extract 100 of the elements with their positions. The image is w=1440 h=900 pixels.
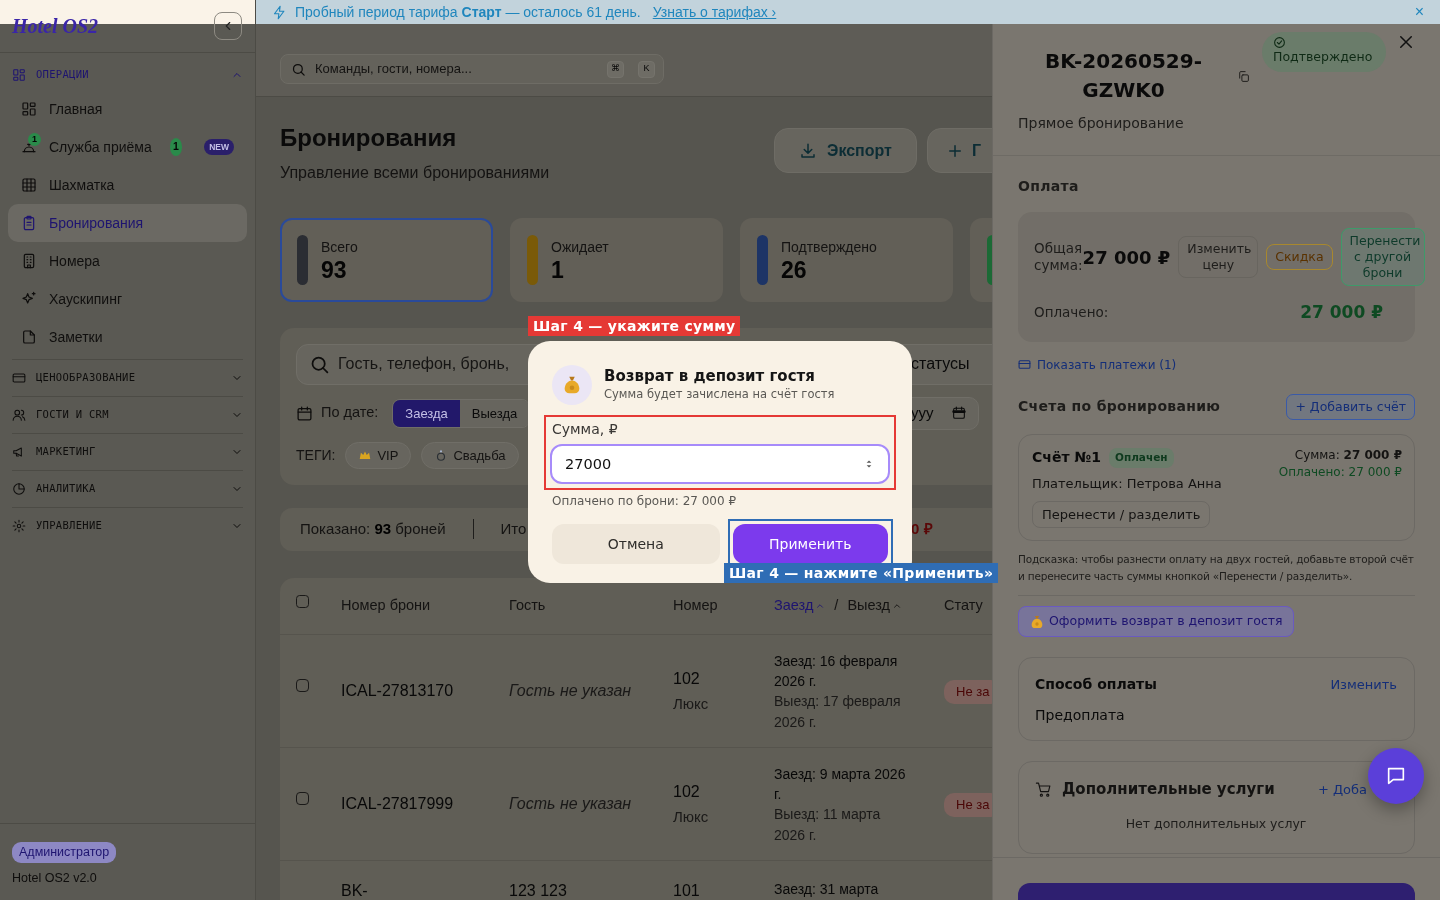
tour-step-label: Шаг 4 — укажите сумму bbox=[528, 316, 741, 336]
document-icon bbox=[21, 329, 37, 345]
date-mode-tab[interactable]: Заезда bbox=[393, 399, 460, 427]
refund-button[interactable]: Оформить возврат в депозит гостя bbox=[1018, 606, 1294, 637]
page-subtitle: Управление всеми бронированиями bbox=[280, 162, 551, 183]
card-icon bbox=[1018, 358, 1031, 371]
check-in-date: Заезд: 9 марта 2026 г. bbox=[774, 764, 907, 804]
close-button[interactable] bbox=[1397, 33, 1415, 51]
room-number: 102 bbox=[673, 669, 701, 690]
stat-value: 26 bbox=[781, 257, 808, 283]
section-toggle[interactable]: ЦЕНООБРАЗОВАНИЕ bbox=[12, 360, 243, 396]
building-icon bbox=[21, 253, 37, 269]
date-mode-tab[interactable]: Выезда bbox=[459, 399, 530, 427]
check-in-date: Заезд: 31 марта bbox=[774, 880, 880, 900]
status-pill: Подтверждено bbox=[1262, 32, 1386, 72]
booking-id[interactable]: BK- bbox=[341, 882, 368, 900]
card-icon bbox=[12, 371, 26, 385]
edit-link[interactable]: Изменить bbox=[1330, 674, 1397, 695]
guest-name: 123 123 bbox=[509, 882, 567, 900]
checkbox[interactable] bbox=[296, 792, 309, 806]
copy-icon[interactable] bbox=[1237, 70, 1250, 83]
stat-card[interactable]: Подтверждено 26 bbox=[740, 217, 953, 302]
booking-id[interactable]: ICAL-27817999 bbox=[341, 795, 454, 813]
sort-link[interactable]: Выезд bbox=[847, 595, 903, 617]
action-button[interactable]: Перенести с другой брони bbox=[1340, 228, 1425, 286]
booking-id[interactable]: ICAL-27813170 bbox=[341, 682, 454, 700]
invoice-title: Счёт №1 bbox=[1032, 448, 1101, 468]
nav-item[interactable]: Главная bbox=[8, 90, 247, 128]
checkbox[interactable] bbox=[296, 595, 309, 609]
nav-item[interactable]: Хаускипинг bbox=[8, 280, 247, 318]
check-in-date: Заезд: 16 февраля 2026 г. bbox=[774, 651, 899, 691]
tour-step-label: Шаг 4 — нажмите «Применить» bbox=[724, 563, 999, 583]
stat-card[interactable]: Всего 93 bbox=[280, 217, 493, 302]
section-toggle[interactable]: МАРКЕТИНГ bbox=[12, 434, 243, 470]
export-button[interactable]: Экспорт bbox=[774, 128, 917, 173]
action-button[interactable]: Скидка bbox=[1266, 244, 1333, 270]
apply-button[interactable]: Применить bbox=[732, 524, 888, 564]
stat-value: 1 bbox=[551, 257, 565, 283]
field-label: Сумма, ₽ bbox=[551, 420, 619, 439]
dashboard-icon bbox=[21, 101, 37, 117]
dashboard-icon bbox=[12, 68, 26, 82]
payments-link[interactable]: Показать платежи (1) bbox=[1018, 355, 1177, 374]
empty-state-text: Нет дополнительных услуг bbox=[1124, 814, 1308, 833]
total-label: Общая сумма: bbox=[1034, 240, 1083, 274]
stat-card[interactable]: Ожидает 1 bbox=[510, 217, 723, 302]
calendar-icon bbox=[296, 404, 313, 422]
sparkle-icon bbox=[21, 291, 37, 307]
close-button[interactable]: × bbox=[1414, 4, 1424, 20]
page-title: Бронирования bbox=[280, 124, 458, 153]
tag-chip[interactable]: VIP bbox=[345, 441, 412, 469]
nav-item[interactable]: Бронирования bbox=[8, 204, 247, 242]
invoice-paid: Оплачено: 27 000 ₽ bbox=[1278, 464, 1402, 482]
pie-chart-icon bbox=[12, 482, 26, 496]
notification-badge: 1 bbox=[28, 133, 41, 146]
check-circle-icon bbox=[1273, 36, 1286, 49]
pricing-link[interactable]: Узнать о тарифах › bbox=[652, 1, 777, 23]
sort-link[interactable]: Заезд bbox=[774, 595, 826, 617]
section-toggle[interactable]: АНАЛИТИКА bbox=[12, 471, 243, 507]
stat-label: Подтверждено bbox=[781, 237, 877, 257]
field-hint: Оплачено по брони: 27 000 ₽ bbox=[552, 493, 738, 510]
total-amount: 0 ₽ bbox=[911, 519, 933, 540]
action-button[interactable]: Изменить цену bbox=[1178, 236, 1259, 278]
add-service-link[interactable]: + Доба bbox=[1317, 779, 1367, 799]
section-heading: Счета по бронированию bbox=[1018, 397, 1221, 417]
stat-value: 93 bbox=[321, 257, 348, 283]
nav-item[interactable]: Заметки bbox=[8, 318, 247, 356]
collapse-button[interactable] bbox=[214, 12, 242, 40]
nav-item[interactable]: Шахматка bbox=[8, 166, 247, 204]
nav-item[interactable]: Номера bbox=[8, 242, 247, 280]
tags-label: ТЕГИ: bbox=[296, 445, 336, 465]
amount-field[interactable]: 27000 bbox=[550, 444, 890, 484]
tag-chip[interactable]: Свадьба bbox=[421, 441, 519, 469]
status-pill: Оплачен bbox=[1108, 447, 1174, 468]
checkbox[interactable] bbox=[296, 679, 309, 693]
grid-icon bbox=[21, 177, 37, 193]
room-type: Люкс bbox=[673, 694, 710, 715]
clipboard-icon bbox=[21, 215, 37, 231]
section-heading: Оплата bbox=[1018, 177, 1080, 196]
cancel-button[interactable]: Отмена bbox=[552, 524, 720, 564]
booking-title: BK-20260529-GZWK0 bbox=[1044, 48, 1203, 104]
nav-item[interactable]: 1 Служба приёма 1 NEW bbox=[8, 128, 247, 166]
command-search-field[interactable]: Команды, гости, номера... ⌘ K bbox=[280, 54, 664, 84]
dialog-title: Возврат в депозит гостя bbox=[604, 366, 816, 386]
section-toggle[interactable]: ОПЕРАЦИИ bbox=[12, 60, 243, 90]
total-label: Ито bbox=[500, 519, 527, 540]
separator-text: / bbox=[834, 597, 839, 614]
section-toggle[interactable]: УПРАВЛЕНИЕ bbox=[12, 508, 243, 544]
add-invoice-button[interactable]: + Добавить счёт bbox=[1286, 393, 1415, 421]
section-heading: Способ оплаты bbox=[1035, 675, 1157, 694]
room-number: 101 bbox=[673, 881, 701, 900]
new-tag: NEW bbox=[204, 138, 234, 156]
download-icon bbox=[799, 141, 817, 160]
banner-text: Пробный период тарифа Старт — осталось 61 день. bbox=[295, 2, 641, 22]
invoice-sum: Сумма: 27 000 ₽ bbox=[1293, 447, 1402, 464]
split-button[interactable]: Перенести / разделить bbox=[1032, 500, 1211, 529]
key-hint: K bbox=[638, 60, 655, 78]
count-badge: 1 bbox=[169, 138, 183, 156]
booking-source: Прямое бронирование bbox=[1018, 114, 1185, 133]
section-toggle[interactable]: ГОСТИ И CRM bbox=[12, 397, 243, 433]
column-header: Номер брони bbox=[341, 597, 431, 614]
